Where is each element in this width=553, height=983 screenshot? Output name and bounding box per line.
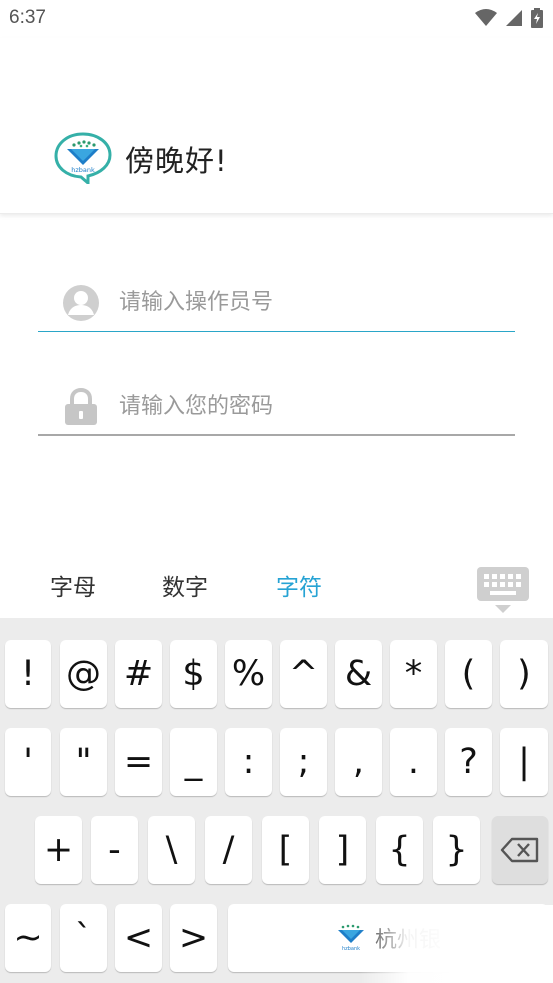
delete-button[interactable] (492, 816, 548, 884)
key[interactable]: ? (445, 728, 492, 796)
key[interactable]: > (170, 904, 217, 972)
key[interactable]: . (390, 728, 437, 796)
key[interactable]: " (60, 728, 107, 796)
key[interactable]: ) (500, 640, 548, 708)
key[interactable]: # (115, 640, 162, 708)
lock-icon (65, 388, 97, 425)
key[interactable]: , (335, 728, 382, 796)
operator-input[interactable] (119, 282, 499, 322)
symbol-keyboard: ! @ # $ % ^ & * ( ) ' " = _ : ; , . ? | … (0, 618, 553, 983)
logo-text: hzbank (71, 166, 95, 174)
key[interactable]: & (335, 640, 382, 708)
space-label-text: 杭州银 (374, 928, 441, 953)
key[interactable]: * (390, 640, 437, 708)
key[interactable]: ; (280, 728, 327, 796)
tab-symbols[interactable]: 字符 (276, 568, 322, 602)
key[interactable]: | (500, 728, 548, 796)
status-bar: 6:37 (0, 0, 553, 38)
key[interactable]: < (115, 904, 162, 972)
key[interactable]: \ (148, 816, 195, 884)
key[interactable]: ] (319, 816, 366, 884)
space-key[interactable]: hzbank 杭州银 (228, 904, 548, 972)
key[interactable]: ^ (280, 640, 327, 708)
keyboard-tabs: 字母 数字 字符 (0, 558, 553, 618)
user-icon (63, 285, 99, 321)
key[interactable]: { (376, 816, 423, 884)
key[interactable]: % (225, 640, 272, 708)
operator-field (38, 272, 515, 332)
password-input[interactable] (119, 386, 499, 426)
tab-numbers[interactable]: 数字 (162, 568, 208, 602)
signal-icon (506, 10, 522, 26)
key[interactable]: = (115, 728, 162, 796)
key[interactable]: [ (262, 816, 309, 884)
status-time: 6:37 (9, 7, 46, 28)
greeting: 傍晚好! (125, 144, 228, 178)
key[interactable]: _ (170, 728, 217, 796)
key[interactable]: ` (60, 904, 107, 972)
status-icons (475, 8, 543, 28)
password-field (38, 376, 515, 436)
key[interactable]: : (225, 728, 272, 796)
hzbank-small-logo-icon: hzbank (337, 924, 364, 952)
key[interactable]: + (35, 816, 82, 884)
keyboard-hide-icon[interactable] (476, 566, 530, 616)
key[interactable]: ~ (5, 904, 51, 972)
key[interactable]: $ (170, 640, 217, 708)
key[interactable]: / (205, 816, 252, 884)
key[interactable]: @ (60, 640, 107, 708)
space-logo-text: hzbank (342, 946, 360, 952)
key[interactable]: ( (445, 640, 492, 708)
battery-charging-icon (531, 8, 543, 28)
key[interactable]: ! (5, 640, 51, 708)
key[interactable]: } (433, 816, 480, 884)
tab-letters[interactable]: 字母 (50, 568, 96, 602)
backspace-icon (500, 837, 539, 863)
key[interactable]: ' (5, 728, 51, 796)
space-key-label: hzbank 杭州银 (335, 922, 441, 954)
hzbank-logo: hzbank (54, 132, 112, 184)
key[interactable]: - (91, 816, 138, 884)
header: hzbank 傍晚好! (0, 38, 553, 214)
wifi-icon (475, 9, 497, 26)
